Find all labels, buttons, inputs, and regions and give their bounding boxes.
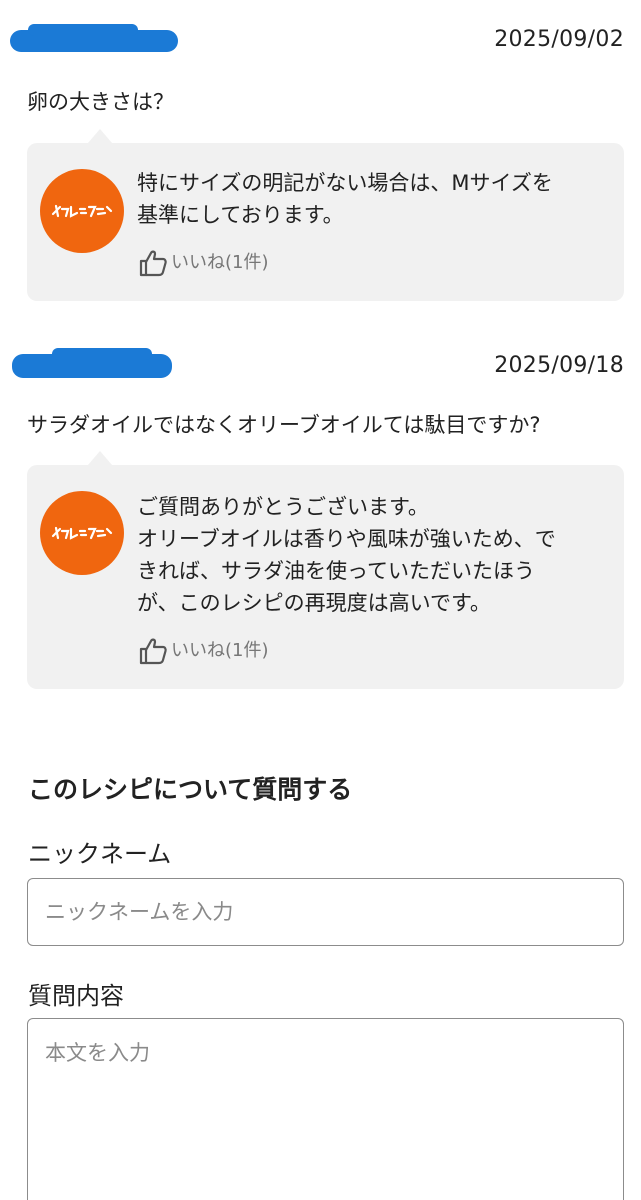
answer-bubble: ご質問ありがとうございます。 オリーブオイルは香りや風味が強いため、で きれば、… <box>27 451 624 689</box>
qa-page: 2025/09/02 卵の大きさは？ 特にサイズの明記がない場合は、Mサイズを … <box>0 0 641 1200</box>
like-button[interactable]: いいね(1件) <box>137 247 602 279</box>
qa-header: 2025/09/18 <box>0 346 641 390</box>
form-title: このレシピについて質問する <box>28 775 353 804</box>
question-content-label: 質問内容 <box>28 982 124 1010</box>
answer-text: ご質問ありがとうございます。 オリーブオイルは香りや風味が強いため、で きれば、… <box>137 495 556 615</box>
answer-text: 特にサイズの明記がない場合は、Mサイズを 基準にしております。 <box>137 171 553 227</box>
orange-page-logo-icon <box>40 491 124 575</box>
question-body-textarea[interactable] <box>27 1018 624 1200</box>
thumbs-up-icon <box>137 247 169 279</box>
qa-date: 2025/09/02 <box>494 27 624 52</box>
question-text: サラダオイルではなくオリーブオイルては駄目ですか? <box>27 413 541 437</box>
qa-header: 2025/09/02 <box>0 20 641 64</box>
like-button[interactable]: いいね(1件) <box>137 635 602 667</box>
thumbs-up-icon <box>137 635 169 667</box>
qa-item: 2025/09/02 卵の大きさは？ 特にサイズの明記がない場合は、Mサイズを … <box>0 20 641 301</box>
qa-item: 2025/09/18 サラダオイルではなくオリーブオイルては駄目ですか? ご質問… <box>0 346 641 689</box>
like-count-label: いいね(1件) <box>171 640 269 661</box>
nickname-input[interactable] <box>27 878 624 946</box>
qa-date: 2025/09/18 <box>494 353 624 378</box>
answer-bubble: 特にサイズの明記がない場合は、Mサイズを 基準にしております。 いいね(1件) <box>27 129 624 301</box>
redacted-username <box>12 348 172 378</box>
like-count-label: いいね(1件) <box>171 252 269 273</box>
orange-page-logo-icon <box>40 169 124 253</box>
redacted-username <box>10 24 178 52</box>
question-form: このレシピについて質問する ニックネーム 質問内容 <box>0 770 641 1200</box>
nickname-label: ニックネーム <box>28 840 172 868</box>
question-text: 卵の大きさは？ <box>27 90 174 114</box>
